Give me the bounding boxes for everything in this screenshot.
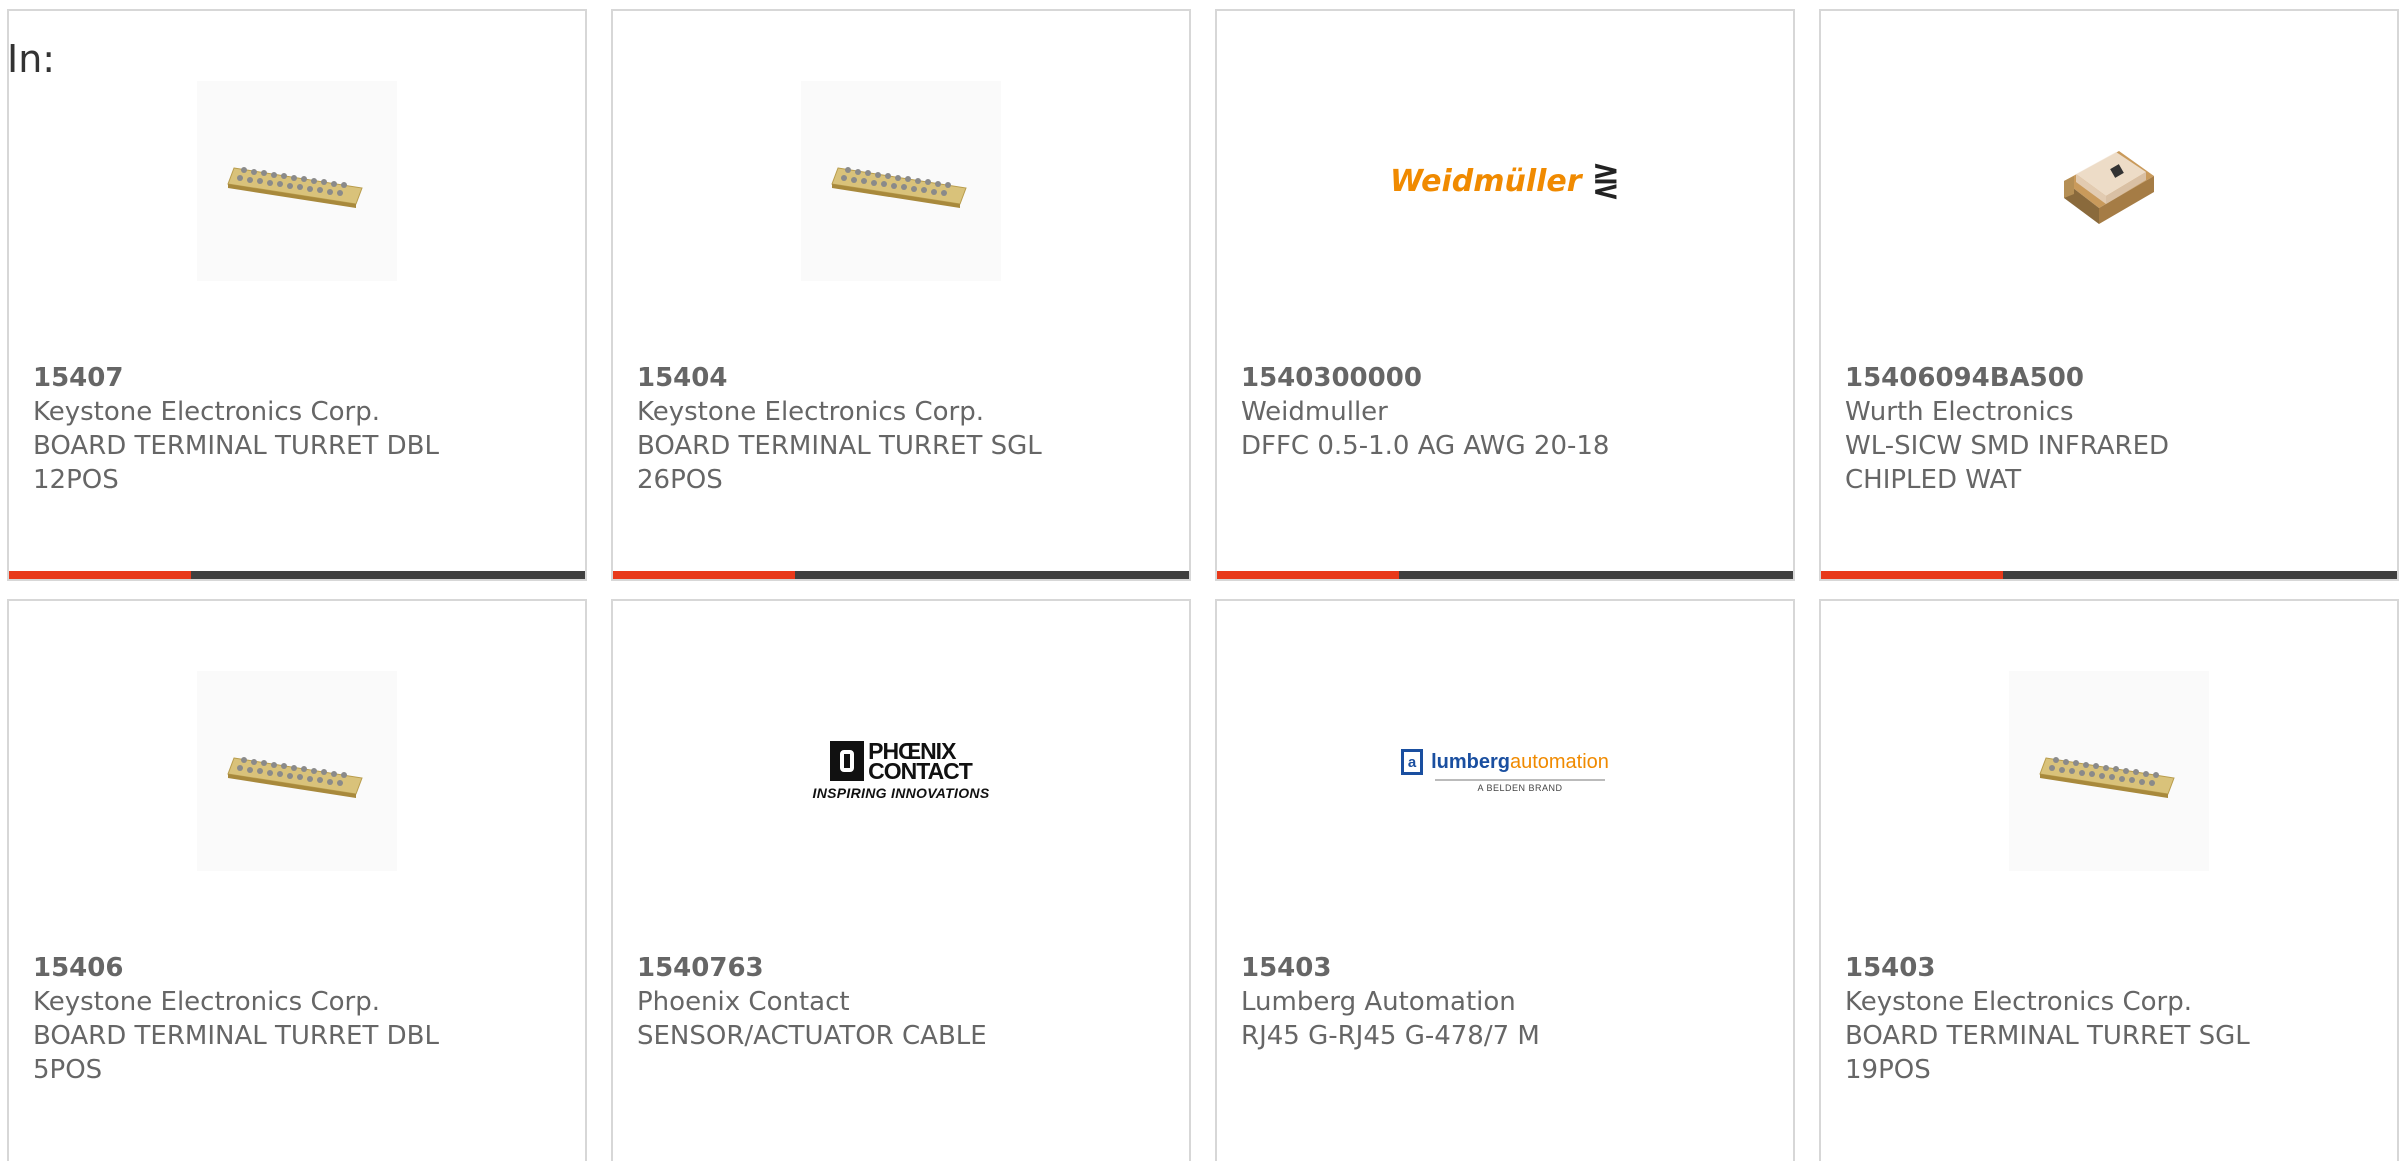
product-card[interactable]: 15403 Keystone Electronics Corp. BOARD T… bbox=[1819, 599, 2399, 1161]
part-number[interactable]: 1540763 bbox=[637, 951, 1169, 985]
logo-subtitle: A BELDEN BRAND bbox=[1477, 783, 1563, 793]
filter-label: In: bbox=[7, 37, 56, 81]
manufacturer: Phoenix Contact bbox=[637, 987, 850, 1017]
product-info: 15406094BA500 Wurth Electronics WL-SICW … bbox=[1845, 361, 2377, 497]
product-image[interactable] bbox=[2009, 671, 2209, 871]
manufacturer: Lumberg Automation bbox=[1241, 987, 1516, 1017]
product-grid-page: In: 15407 Keystone Electronics Corp. BOA… bbox=[0, 0, 2400, 1161]
logo-mark-icon: ⋛ bbox=[1591, 161, 1621, 201]
product-image[interactable]: Weidmüller ⋛ bbox=[1390, 81, 1620, 281]
logo-divider bbox=[1435, 779, 1605, 781]
product-info: 15403 Lumberg Automation RJ45 G-RJ45 G-4… bbox=[1241, 951, 1773, 1053]
description-line-1: BOARD TERMINAL TURRET DBL bbox=[33, 1021, 439, 1051]
description-line-2: 19POS bbox=[1845, 1055, 1931, 1085]
manufacturer: Keystone Electronics Corp. bbox=[33, 987, 381, 1017]
phoenix-mark-icon bbox=[830, 741, 865, 781]
part-number[interactable]: 15406 bbox=[33, 951, 565, 985]
smd-led-icon bbox=[2064, 151, 2154, 224]
product-info: 15406 Keystone Electronics Corp. BOARD T… bbox=[33, 951, 565, 1087]
lumberg-mark-icon: a bbox=[1401, 749, 1424, 775]
turret-board-icon bbox=[227, 757, 363, 798]
product-card[interactable]: 15406 Keystone Electronics Corp. BOARD T… bbox=[7, 599, 587, 1161]
card-accent bbox=[1821, 571, 2003, 579]
phoenix-contact-logo: PHŒNIX CONTACT INSPIRING INNOVATIONS bbox=[812, 740, 990, 802]
product-info: 1540300000 Weidmuller DFFC 0.5-1.0 AG AW… bbox=[1241, 361, 1773, 463]
logo-line-2: CONTACT bbox=[868, 758, 973, 784]
product-image[interactable] bbox=[197, 81, 397, 281]
weidmuller-logo: Weidmüller ⋛ bbox=[1390, 161, 1620, 201]
logo-word-1: lumberg bbox=[1431, 750, 1510, 773]
product-image[interactable] bbox=[801, 81, 1001, 281]
product-info: 15407 Keystone Electronics Corp. BOARD T… bbox=[33, 361, 565, 497]
manufacturer: Keystone Electronics Corp. bbox=[33, 397, 381, 427]
part-number[interactable]: 15403 bbox=[1845, 951, 2377, 985]
turret-board-icon bbox=[831, 167, 967, 208]
part-number[interactable]: 15406094BA500 bbox=[1845, 361, 2377, 395]
logo-tagline: INSPIRING INNOVATIONS bbox=[812, 785, 990, 801]
manufacturer: Keystone Electronics Corp. bbox=[1845, 987, 2193, 1017]
product-card[interactable]: Weidmüller ⋛ 1540300000 Weidmuller DFFC … bbox=[1215, 9, 1795, 581]
product-image[interactable]: a lumberg automation A BELDEN BRAND bbox=[1401, 671, 1609, 871]
description-line-1: SENSOR/ACTUATOR CABLE bbox=[637, 1021, 987, 1051]
description-line-1: BOARD TERMINAL TURRET SGL bbox=[637, 431, 1042, 461]
description-line-1: RJ45 G-RJ45 G-478/7 M bbox=[1241, 1021, 1540, 1051]
description-line-2: CHIPLED WAT bbox=[1845, 465, 2022, 495]
card-accent bbox=[1217, 571, 1399, 579]
part-number[interactable]: 15403 bbox=[1241, 951, 1773, 985]
product-info: 15404 Keystone Electronics Corp. BOARD T… bbox=[637, 361, 1169, 497]
description-line-1: WL-SICW SMD INFRARED bbox=[1845, 431, 2170, 461]
product-card[interactable]: 15404 Keystone Electronics Corp. BOARD T… bbox=[611, 9, 1191, 581]
card-footer-bar bbox=[1821, 571, 2397, 579]
card-footer-bar bbox=[613, 571, 1189, 579]
product-image[interactable]: PHŒNIX CONTACT INSPIRING INNOVATIONS bbox=[801, 671, 1001, 871]
description-line-1: BOARD TERMINAL TURRET DBL bbox=[33, 431, 439, 461]
description-line-2: 5POS bbox=[33, 1055, 103, 1085]
card-footer-bar bbox=[9, 571, 585, 579]
part-number[interactable]: 15404 bbox=[637, 361, 1169, 395]
product-card[interactable]: 15407 Keystone Electronics Corp. BOARD T… bbox=[7, 9, 587, 581]
product-info: 1540763 Phoenix Contact SENSOR/ACTUATOR … bbox=[637, 951, 1169, 1053]
manufacturer: Weidmuller bbox=[1241, 397, 1388, 427]
product-image[interactable] bbox=[197, 671, 397, 871]
lumberg-automation-logo: a lumberg automation A BELDEN BRAND bbox=[1401, 749, 1609, 793]
description-line-2: 12POS bbox=[33, 465, 119, 495]
product-card[interactable]: 15406094BA500 Wurth Electronics WL-SICW … bbox=[1819, 9, 2399, 581]
turret-board-icon bbox=[2039, 757, 2175, 798]
manufacturer: Keystone Electronics Corp. bbox=[637, 397, 985, 427]
manufacturer: Wurth Electronics bbox=[1845, 397, 2074, 427]
logo-wordmark: Weidmüller bbox=[1389, 163, 1582, 199]
product-card[interactable]: PHŒNIX CONTACT INSPIRING INNOVATIONS 154… bbox=[611, 599, 1191, 1161]
product-image[interactable] bbox=[2009, 81, 2209, 281]
part-number[interactable]: 1540300000 bbox=[1241, 361, 1773, 395]
product-info: 15403 Keystone Electronics Corp. BOARD T… bbox=[1845, 951, 2377, 1087]
description-line-1: BOARD TERMINAL TURRET SGL bbox=[1845, 1021, 2250, 1051]
part-number[interactable]: 15407 bbox=[33, 361, 565, 395]
description-line-2: 26POS bbox=[637, 465, 723, 495]
card-accent bbox=[613, 571, 795, 579]
product-card[interactable]: a lumberg automation A BELDEN BRAND 1540… bbox=[1215, 599, 1795, 1161]
card-accent bbox=[9, 571, 191, 579]
logo-word-2: automation bbox=[1509, 750, 1609, 773]
turret-board-icon bbox=[227, 167, 363, 208]
description-line-1: DFFC 0.5-1.0 AG AWG 20-18 bbox=[1241, 431, 1610, 461]
card-footer-bar bbox=[1217, 571, 1793, 579]
